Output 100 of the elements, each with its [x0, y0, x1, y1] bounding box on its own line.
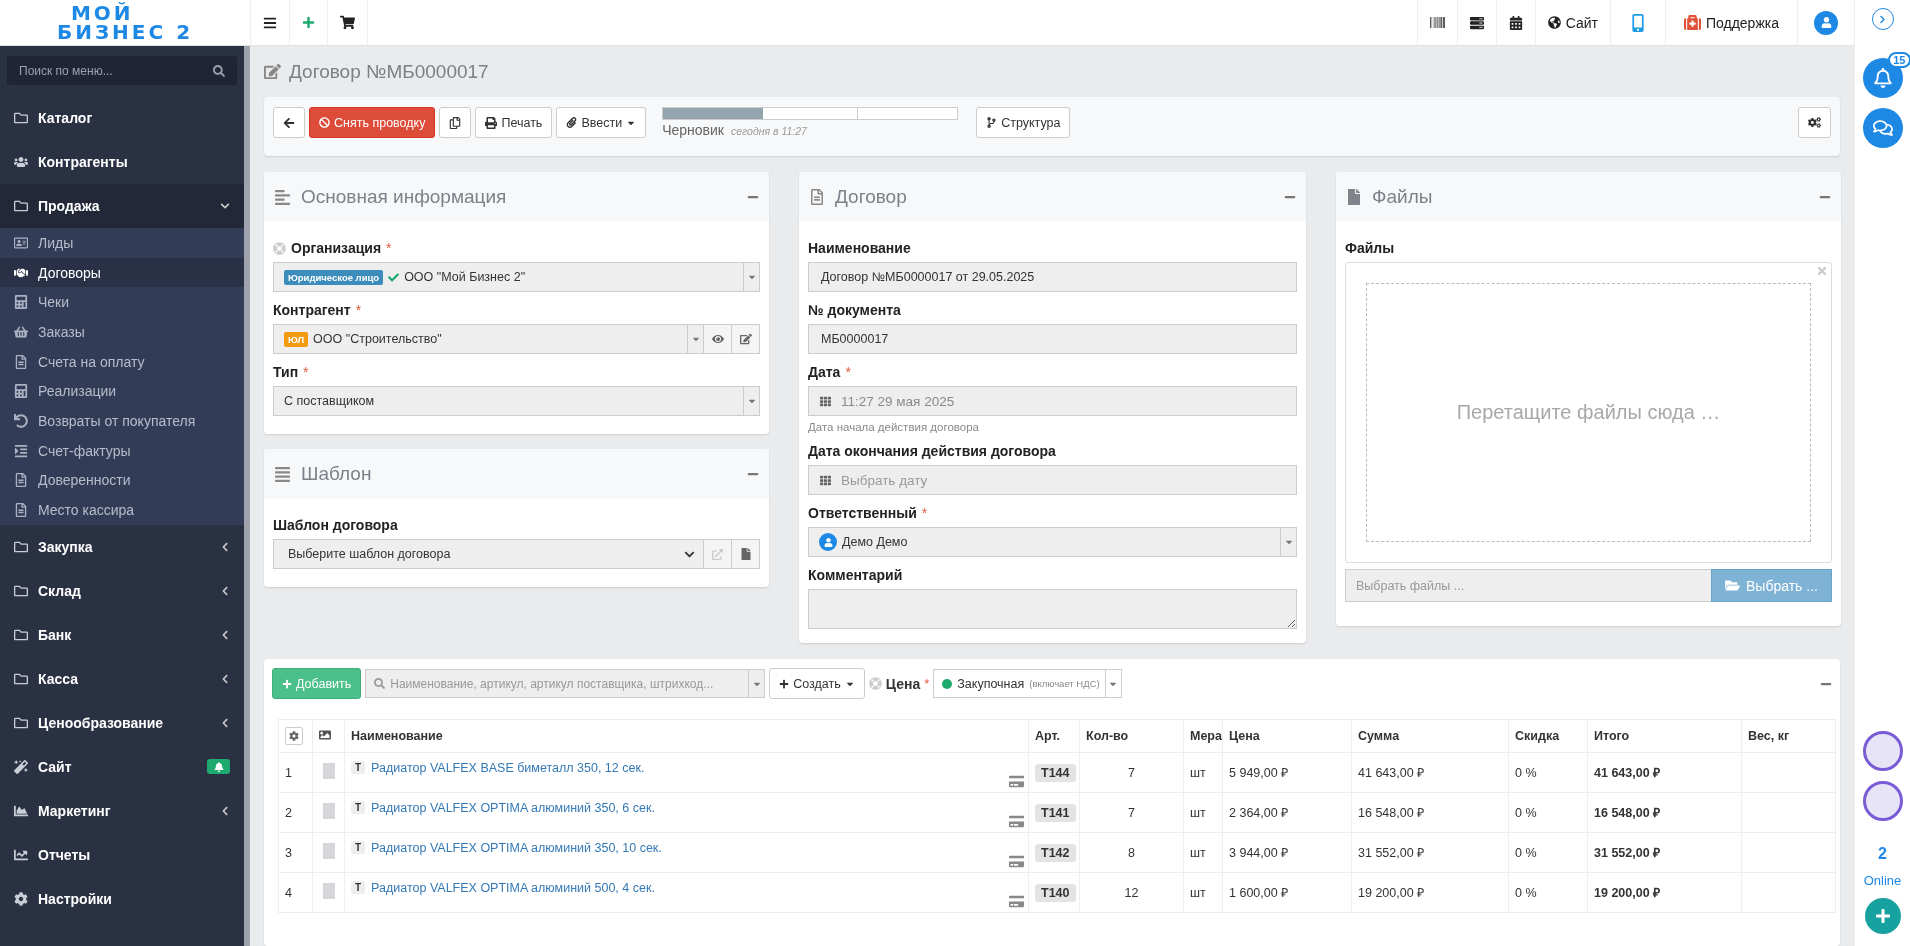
product-link[interactable]: Радиатор VALFEX OPTIMA алюминий 350, 6 сек.	[371, 800, 655, 815]
sidebar-item[interactable]: Каталог	[0, 96, 244, 140]
status-dot	[942, 678, 953, 689]
file-icon	[1346, 189, 1362, 205]
select-field[interactable]: Юридическое лицо ООО "Мой Бизнес 2"	[273, 262, 760, 292]
product-search-field[interactable]: Наименование, артикул, артикул поставщика, штрихкод...	[365, 669, 766, 698]
table-cell: шт	[1183, 832, 1223, 873]
expand-panel-button[interactable]	[1871, 8, 1894, 30]
required-mark: *	[386, 240, 392, 256]
table-cell: 7	[1079, 752, 1184, 793]
document-icon	[14, 354, 28, 369]
bell-icon	[1872, 68, 1893, 88]
card-icon[interactable]	[1009, 854, 1024, 869]
table-cell: 41 643,00 ₽	[1351, 752, 1509, 793]
view-button[interactable]	[704, 324, 732, 354]
sidebar-subitem[interactable]: Договоры	[0, 257, 244, 288]
settings-icon[interactable]	[285, 727, 303, 745]
sidebar-subitem[interactable]: Место кассира	[0, 495, 244, 525]
table-cell: шт	[1183, 752, 1223, 793]
product-thumbnail	[322, 883, 335, 899]
document-button[interactable]	[732, 539, 760, 569]
print-button[interactable]: Печать	[475, 107, 553, 138]
sidebar-item[interactable]: Настройки	[0, 876, 244, 921]
price-type-select[interactable]: Закупочная (включает НДС)	[933, 669, 1122, 698]
edit-button[interactable]	[732, 324, 760, 354]
back-button[interactable]	[273, 107, 305, 138]
input-field[interactable]: Договор №МБ0000017 от 29.05.2025	[808, 262, 1297, 292]
item-type-tag: Т	[351, 841, 366, 854]
user-avatar-icon	[1814, 10, 1838, 35]
select-field[interactable]: Выберите шаблон договора	[273, 539, 704, 569]
settings-button[interactable]	[1798, 107, 1831, 138]
unpost-button[interactable]: Снять проводку	[309, 107, 436, 138]
chat-button[interactable]	[1862, 108, 1903, 148]
card-icon[interactable]	[1009, 814, 1024, 829]
sidebar-item[interactable]: Ценообразование	[0, 700, 244, 745]
page-title: Договор №МБ0000017	[289, 60, 489, 83]
sidebar-subitem[interactable]: Доверенности	[0, 465, 244, 496]
file-name-field[interactable]: Выбрать файлы ...	[1345, 569, 1711, 602]
plus-icon	[1874, 908, 1891, 924]
column-header: Мера	[1183, 719, 1223, 753]
operator-avatar[interactable]	[1862, 781, 1903, 821]
search-icon	[374, 678, 386, 689]
copy-button[interactable]	[439, 107, 472, 138]
sidebar-subitem[interactable]: Счет-фактуры	[0, 435, 244, 466]
table-cell: 0 %	[1508, 752, 1588, 793]
comment-field[interactable]	[808, 589, 1297, 629]
status-label: Черновик	[662, 122, 724, 138]
online-label: Online	[1863, 873, 1902, 888]
sidebar-subitem[interactable]: Возвраты от покупателя	[0, 406, 244, 436]
date-field[interactable]: Выбрать дату	[808, 465, 1297, 495]
structure-button[interactable]: Структура	[976, 107, 1071, 138]
enter-dropdown-button[interactable]: Ввести	[556, 107, 647, 138]
settings-icon	[14, 891, 28, 906]
sidebar-item[interactable]: Склад	[0, 568, 244, 613]
sidebar-subitem[interactable]: Чеки	[0, 287, 244, 318]
product-link[interactable]: Радиатор VALFEX BASE биметалл 350, 12 сек.	[371, 760, 645, 775]
sidebar-item[interactable]: Маркетинг	[0, 788, 244, 833]
sidebar-item[interactable]: Контрагенты	[0, 140, 244, 184]
input-field[interactable]: МБ0000017	[808, 324, 1297, 354]
table-cell: 19 200,00 ₽	[1351, 872, 1509, 913]
sidebar-subitem[interactable]: Заказы	[0, 317, 244, 347]
chevron-left-icon	[220, 717, 230, 728]
globe-icon	[1547, 16, 1561, 29]
sidebar-subitem[interactable]: Реализации	[0, 376, 244, 407]
sidebar-subitem[interactable]: Счета на оплату	[0, 346, 244, 377]
product-thumbnail	[322, 803, 335, 819]
add-chat-button[interactable]	[1864, 898, 1901, 934]
notifications-button[interactable]	[1862, 58, 1903, 98]
sidebar-item[interactable]: Сайт	[0, 744, 244, 789]
select-field[interactable]: Демо Демо	[808, 527, 1297, 557]
menu-search-field[interactable]: Поиск по меню...	[7, 56, 237, 85]
field-label: Комментарий	[808, 567, 903, 583]
card-icon[interactable]	[1009, 774, 1024, 789]
table-cell: 2 364,00 ₽	[1222, 792, 1352, 833]
operator-avatar[interactable]	[1862, 731, 1903, 771]
sidebar-item[interactable]: Продажа	[0, 184, 244, 228]
row-number: 3	[278, 832, 313, 873]
indent-icon	[14, 443, 28, 458]
folder-icon	[14, 715, 28, 730]
cart-button[interactable]	[327, 0, 368, 45]
undo-icon	[14, 413, 28, 428]
calculator-icon	[14, 384, 28, 399]
table-cell: 0 %	[1508, 872, 1588, 913]
sku-tag: T141	[1035, 803, 1076, 822]
sidebar-item[interactable]: Закупка	[0, 524, 244, 569]
sidebar-item[interactable]: Банк	[0, 612, 244, 657]
field-label: Тип	[273, 364, 299, 380]
product-link[interactable]: Радиатор VALFEX OPTIMA алюминий 500, 4 сек.	[371, 880, 655, 895]
required-mark: *	[303, 364, 309, 380]
logo[interactable]: МОЙ БИЗНЕС 2	[56, 3, 194, 42]
product-link[interactable]: Радиатор VALFEX OPTIMA алюминий 350, 10 сек.	[371, 840, 662, 855]
sidebar-subitem[interactable]: Лиды	[0, 228, 244, 258]
card-icon[interactable]	[1009, 894, 1024, 909]
sidebar-item[interactable]: Отчеты	[0, 832, 244, 877]
sidebar-item[interactable]: Касса	[0, 656, 244, 701]
select-field[interactable]: ЮЛ ООО "Строительство"	[273, 324, 704, 354]
create-dropdown-button[interactable]: Создать	[769, 668, 865, 699]
column-header: Арт.	[1028, 719, 1080, 753]
select-field[interactable]: С поставщиком	[273, 386, 760, 416]
chevron-left-icon	[220, 673, 230, 684]
